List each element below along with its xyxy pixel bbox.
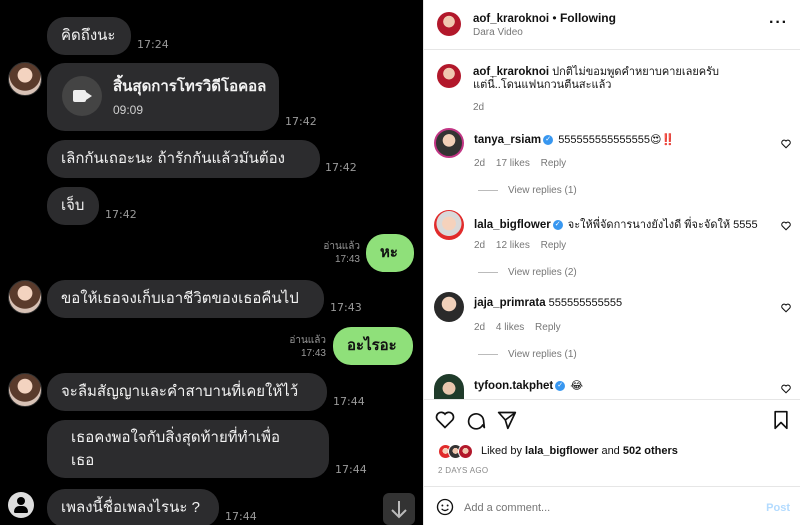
liked-by-avatars[interactable] [438, 444, 478, 460]
read-receipt: อ่านแล้ว 17:43 [289, 335, 326, 359]
comment: lala_bigflower ✓ จะให้พี่จัดการนางยังไงดี… [474, 219, 758, 231]
commenter-avatar[interactable] [434, 292, 464, 322]
chat-panel: คิดถึงนะ 17:24 สิ้นสุดการโทรวิดีโอคอล 09… [0, 0, 423, 525]
comment-input[interactable] [464, 498, 744, 518]
call-title: สิ้นสุดการโทรวิดีโอคอล [113, 78, 267, 95]
view-replies-button[interactable]: View replies (2) [478, 267, 577, 278]
likes-count[interactable]: 17 likes [496, 158, 530, 169]
reply-button[interactable]: Reply [535, 322, 561, 333]
view-replies-button[interactable]: View replies (1) [478, 349, 577, 360]
message-time: 17:44 [335, 463, 367, 476]
comment: tyfoon.takphet ✓ 😂 [474, 380, 584, 392]
comment-icon[interactable] [466, 410, 486, 430]
author-avatar[interactable] [437, 12, 461, 36]
instagram-post-panel: aof_kraroknoi • Following Dara Video ···… [423, 0, 800, 525]
my-message-bubble: หะ [366, 234, 414, 272]
author-username[interactable]: aof_kraroknoi [473, 13, 549, 25]
commenter-avatar[interactable] [434, 128, 464, 158]
commenter-avatar[interactable] [434, 374, 464, 400]
call-bubble[interactable]: สิ้นสุดการโทรวิดีโอคอล 09:09 [47, 63, 279, 131]
actions-divider [424, 399, 800, 400]
verified-icon: ✓ [552, 220, 563, 231]
message-bubble: เธอคงพอใจกับสิ่งสุดท้ายที่ทำเพื่อ เธอ [47, 420, 329, 478]
message-bubble: ขอให้เธอจงเก็บเอาชีวิตของเธอคืนไป [47, 280, 324, 318]
comment-divider [424, 486, 800, 487]
verified-icon: ✓ [543, 135, 554, 146]
heart-icon[interactable] [781, 384, 791, 394]
commenter-avatar[interactable] [434, 210, 464, 240]
caption: aof_kraroknoi ปกติไม่ขอมพูดคำหยาบคายเลยค… [473, 66, 720, 91]
like-heart-icon[interactable] [435, 410, 455, 430]
message-time: 17:44 [225, 510, 257, 523]
call-duration: 09:09 [113, 103, 144, 117]
comment: jaja_primrata 555555555555 [474, 297, 623, 309]
message-time: 17:43 [330, 301, 362, 314]
bookmark-icon[interactable] [772, 410, 790, 430]
likes-count[interactable]: 12 likes [496, 240, 530, 251]
message-time: 17:24 [137, 38, 169, 51]
reply-button[interactable]: Reply [541, 240, 567, 251]
header-divider [424, 49, 800, 50]
scroll-down-button[interactable] [383, 493, 415, 525]
liked-by: Liked by lala_bigflower and 502 others [481, 445, 678, 457]
read-receipt: อ่านแล้ว 17:43 [323, 241, 360, 265]
message-bubble: จะลืมสัญญาและคำสาบานที่เคยให้ไว้ [47, 373, 327, 411]
heart-icon[interactable] [781, 139, 791, 149]
author-avatar[interactable] [437, 64, 461, 88]
message-bubble: เลิกกันเถอะนะ ถ้ารักกันแล้วมันต้อง [47, 140, 320, 178]
avatar [8, 62, 42, 96]
caption-age: 2d [473, 102, 485, 113]
profile-icon [8, 492, 34, 518]
message-time: 17:42 [105, 208, 137, 221]
emoji-icon[interactable] [436, 498, 454, 516]
post-date: 2 DAYS AGO [438, 466, 489, 475]
following-button[interactable]: Following [560, 11, 616, 25]
message-bubble: คิดถึงนะ [47, 17, 131, 55]
message-bubble: เพลงนี้ชื่อเพลงไรนะ ? [47, 489, 219, 525]
avatar [8, 280, 42, 314]
share-icon[interactable] [497, 410, 517, 430]
likes-count[interactable]: 4 likes [496, 322, 524, 333]
heart-icon[interactable] [781, 221, 791, 231]
view-replies-button[interactable]: View replies (1) [478, 185, 577, 196]
comment: tanya_rsiam ✓ 555555555555555😍‼️ [474, 134, 676, 146]
post-subtitle[interactable]: Dara Video [473, 27, 523, 38]
verified-icon: ✓ [555, 381, 566, 392]
heart-icon[interactable] [781, 303, 791, 313]
my-message-bubble: อะไรอะ [333, 327, 413, 365]
more-options-icon[interactable]: ··· [769, 14, 788, 32]
reply-button[interactable]: Reply [541, 158, 567, 169]
message-time: 17:44 [333, 395, 365, 408]
avatar [8, 373, 42, 407]
post-comment-button[interactable]: Post [766, 502, 790, 514]
video-call-icon [62, 76, 102, 116]
message-bubble: เจ็บ [47, 187, 99, 225]
arrow-down-icon [391, 501, 407, 519]
message-time: 17:42 [325, 161, 357, 174]
message-time: 17:42 [285, 115, 317, 128]
